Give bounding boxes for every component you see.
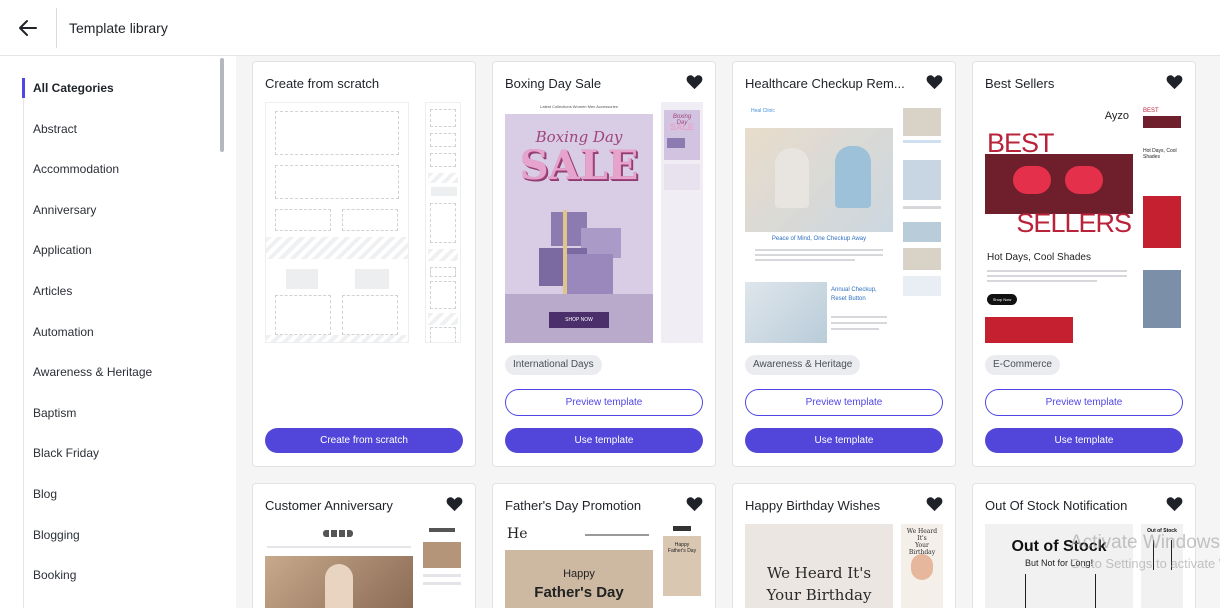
favorite-heart-icon[interactable]	[686, 496, 703, 512]
category-abstract[interactable]: Abstract	[33, 122, 77, 136]
customer-anniversary-mini-preview	[421, 524, 463, 608]
card-title: Healthcare Checkup Rem...	[745, 76, 905, 91]
use-template-button[interactable]: Use template	[505, 428, 703, 453]
category-automation[interactable]: Automation	[33, 325, 94, 339]
preview-template-button[interactable]: Preview template	[505, 389, 703, 416]
card-title: Create from scratch	[265, 76, 380, 91]
card-title: Happy Birthday Wishes	[745, 498, 881, 513]
category-baptism[interactable]: Baptism	[33, 406, 76, 420]
os-activation-watermark-subtext: Go to Settings to activate Windows.	[1070, 556, 1220, 571]
card-title: Father's Day Promotion	[505, 498, 642, 513]
category-booking[interactable]: Booking	[33, 568, 76, 582]
category-application[interactable]: Application	[33, 243, 92, 257]
category-anniversary[interactable]: Anniversary	[33, 203, 96, 217]
favorite-heart-icon[interactable]	[1166, 74, 1183, 90]
category-sidebar: All Categories Abstract Accommodation An…	[0, 56, 236, 608]
template-card-boxing-day-sale: Boxing Day Sale Latest Collections Women…	[492, 61, 716, 467]
favorite-heart-icon[interactable]	[1166, 496, 1183, 512]
card-title: Out Of Stock Notification	[985, 498, 1128, 513]
favorite-heart-icon[interactable]	[446, 496, 463, 512]
category-tag: International Days	[505, 355, 602, 375]
category-tag: Awareness & Heritage	[745, 355, 861, 375]
template-card-healthcare-checkup: Healthcare Checkup Rem... Heal Clinic Pe…	[732, 61, 956, 467]
template-card-customer-anniversary: Customer Anniversary	[252, 483, 476, 608]
use-template-button[interactable]: Use template	[745, 428, 943, 453]
fathers-day-preview: He Happy Father's Day	[505, 524, 653, 608]
best-sellers-preview: Ayzo BEST SELLERS Hot Days, Cool Shades …	[985, 102, 1133, 343]
blank-layout-preview	[265, 102, 409, 343]
category-awareness-heritage[interactable]: Awareness & Heritage	[33, 365, 152, 379]
category-accommodation[interactable]: Accommodation	[33, 162, 119, 176]
sidebar-rail	[23, 78, 24, 608]
favorite-heart-icon[interactable]	[686, 74, 703, 90]
customer-anniversary-preview	[265, 524, 413, 608]
boxing-day-preview: Latest Collections Women Men Accessories…	[505, 102, 653, 343]
create-from-scratch-button[interactable]: Create from scratch	[265, 428, 463, 453]
os-activation-watermark: Activate Windows	[1070, 532, 1220, 553]
card-title: Customer Anniversary	[265, 498, 393, 513]
fathers-day-mini-preview: Happy Father's Day	[661, 524, 703, 608]
category-articles[interactable]: Articles	[33, 284, 72, 298]
sidebar-scrollbar-thumb[interactable]	[220, 58, 224, 152]
active-category-indicator	[22, 78, 25, 98]
use-template-button[interactable]: Use template	[985, 428, 1183, 453]
healthcare-mini-preview	[901, 102, 943, 343]
favorite-heart-icon[interactable]	[926, 496, 943, 512]
template-card-fathers-day-promotion: Father's Day Promotion He Happy Father's…	[492, 483, 716, 608]
template-card-create-from-scratch: Create from scratch Create from scratch	[252, 61, 476, 467]
arrow-left-icon	[19, 20, 37, 36]
category-blogging[interactable]: Blogging	[33, 528, 80, 542]
card-title: Boxing Day Sale	[505, 76, 602, 91]
template-grid: Create from scratch Create from scratch …	[236, 56, 1220, 608]
header-divider	[56, 8, 57, 48]
birthday-mini-preview: We Heard It's Your Birthday	[901, 524, 943, 608]
template-card-best-sellers: Best Sellers Ayzo BEST SELLERS Hot Days,…	[972, 61, 1196, 467]
favorite-heart-icon[interactable]	[926, 74, 943, 90]
top-bar: Template library	[0, 0, 1220, 56]
card-title: Best Sellers	[985, 76, 1055, 91]
back-button[interactable]	[14, 14, 42, 42]
preview-template-button[interactable]: Preview template	[745, 389, 943, 416]
template-card-happy-birthday-wishes: Happy Birthday Wishes We Heard It's Your…	[732, 483, 956, 608]
category-tag: E-Commerce	[985, 355, 1060, 375]
best-sellers-mini-preview: BEST Hot Days, Cool Shades	[1141, 102, 1183, 343]
category-all-categories[interactable]: All Categories	[33, 81, 114, 95]
preview-template-button[interactable]: Preview template	[985, 389, 1183, 416]
category-blog[interactable]: Blog	[33, 487, 57, 501]
boxing-day-mini-preview: Boxing Day SALE	[661, 102, 703, 343]
blank-layout-mini-preview	[425, 102, 461, 343]
page-title: Template library	[69, 20, 168, 36]
healthcare-preview: Heal Clinic Peace of Mind, One Checkup A…	[745, 102, 893, 343]
birthday-preview: We Heard It's Your Birthday	[745, 524, 893, 608]
category-black-friday[interactable]: Black Friday	[33, 446, 99, 460]
